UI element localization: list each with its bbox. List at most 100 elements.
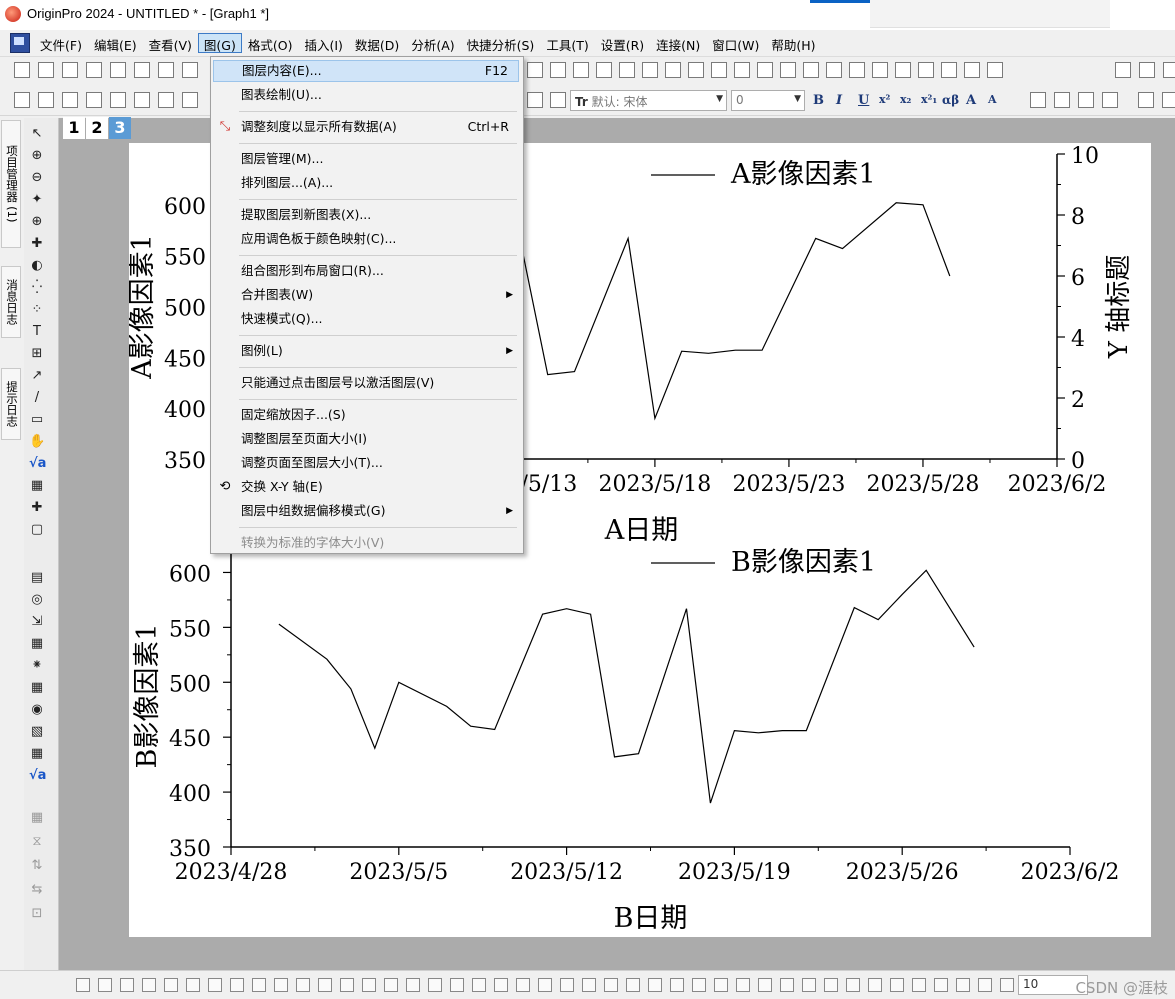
layer-tab-3[interactable]: 3 (109, 117, 131, 139)
plot-type-icon[interactable] (648, 978, 662, 992)
graph-tool-icon[interactable]: ▢ (29, 522, 45, 538)
project-explorer-tab[interactable]: 项目管理器 (1) (1, 120, 21, 248)
toolbar-button-icon[interactable] (734, 62, 750, 78)
object-tool-icon[interactable]: ⁕ (29, 658, 45, 674)
graph-menu-item[interactable]: 合并图表(W) ▶ (213, 284, 519, 306)
toolbar-button-icon[interactable] (757, 62, 773, 78)
toolbar-button-icon[interactable] (826, 62, 842, 78)
superscript-button[interactable]: x² (879, 93, 890, 106)
supersubscript-button[interactable]: x²₁ (921, 93, 937, 106)
graph-tool-icon[interactable]: ✋ (29, 434, 45, 450)
menu-item-3[interactable]: 图(G) (197, 33, 242, 53)
toolbar-button-icon[interactable] (62, 92, 78, 108)
toolbar-button-icon[interactable] (987, 62, 1003, 78)
graph-tool-icon[interactable]: ↗ (29, 368, 45, 384)
layer-tab-1[interactable]: 1 (63, 117, 85, 139)
toolbar-button-icon[interactable] (14, 92, 30, 108)
plot-type-icon[interactable] (560, 978, 574, 992)
graph-tool-icon[interactable]: ✚ (29, 500, 45, 516)
toolbar-button-icon[interactable] (688, 62, 704, 78)
plot-type-icon[interactable] (934, 978, 948, 992)
graph-menu-item[interactable]: 图表绘制(U)... (213, 84, 519, 106)
toolbar-button-icon[interactable] (803, 62, 819, 78)
object-tool-icon[interactable]: ⇲ (29, 614, 45, 630)
object-tool-icon[interactable]: ▦ (29, 746, 45, 762)
decrease-font-button[interactable]: A (988, 93, 997, 106)
graph-menu-item[interactable]: 调整页面至图层大小(T)... (213, 452, 519, 474)
plot-type-icon[interactable] (714, 978, 728, 992)
object-tool-icon[interactable]: ▤ (29, 570, 45, 586)
toolbar-button-icon[interactable] (550, 92, 566, 108)
graph-menu-item[interactable]: 图层管理(M)... (213, 148, 519, 170)
graph-menu-item[interactable]: 固定缩放因子...(S) (213, 404, 519, 426)
plot-type-icon[interactable] (978, 978, 992, 992)
mask-tool-icon[interactable]: ⇅ (29, 858, 45, 874)
plot-type-icon[interactable] (692, 978, 706, 992)
plot-type-icon[interactable] (76, 978, 90, 992)
toolbar-button-icon[interactable] (527, 92, 543, 108)
toolbar-button-icon[interactable] (849, 62, 865, 78)
italic-button[interactable]: I (836, 93, 842, 108)
object-tool-icon[interactable]: √a (29, 768, 46, 784)
hints-log-tab[interactable]: 提示日志 (1, 368, 21, 440)
plot-type-icon[interactable] (516, 978, 530, 992)
graph-tool-icon[interactable]: ⊕ (29, 214, 45, 230)
graph-menu-item[interactable]: ⤡ 调整刻度以显示所有数据(A) Ctrl+R (213, 116, 519, 138)
graph-tool-icon[interactable]: ✦ (29, 192, 45, 208)
plot-type-icon[interactable] (120, 978, 134, 992)
toolbar-button-icon[interactable] (158, 62, 174, 78)
menu-item-12[interactable]: 窗口(W) (706, 33, 765, 53)
toolbar-button-icon[interactable] (134, 62, 150, 78)
toolbar-button-icon[interactable] (1139, 62, 1155, 78)
toolbar-button-icon[interactable] (895, 62, 911, 78)
toolbar-button-icon[interactable] (964, 62, 980, 78)
graph-tool-icon[interactable]: ⊞ (29, 346, 45, 362)
graph-menu-item[interactable]: 应用调色板于颜色映射(C)... (213, 228, 519, 250)
object-tool-icon[interactable]: ◉ (29, 702, 45, 718)
title-search-box[interactable] (870, 0, 1110, 28)
plot-type-icon[interactable] (252, 978, 266, 992)
graph-menu-item[interactable]: 图层内容(E)... F12 (213, 60, 519, 82)
toolbar-button-icon[interactable] (1138, 92, 1154, 108)
graph-menu-item[interactable]: 只能通过点击图层号以激活图层(V) (213, 372, 519, 394)
graph-menu-item[interactable]: 排列图层...(A)... (213, 172, 519, 194)
toolbar-button-icon[interactable] (550, 62, 566, 78)
plot-type-icon[interactable] (98, 978, 112, 992)
graph-menu-item[interactable]: 提取图层到新图表(X)... (213, 204, 519, 226)
graph-menu-item[interactable]: ⟲ 交换 X-Y 轴(E) (213, 476, 519, 498)
toolbar-button-icon[interactable] (573, 62, 589, 78)
toolbar-button-icon[interactable] (14, 62, 30, 78)
plot-type-icon[interactable] (582, 978, 596, 992)
menu-item-10[interactable]: 设置(R) (595, 33, 650, 53)
plot-type-icon[interactable] (736, 978, 750, 992)
plot-type-icon[interactable] (208, 978, 222, 992)
toolbar-button-icon[interactable] (872, 62, 888, 78)
menu-item-2[interactable]: 查看(V) (143, 33, 198, 53)
underline-button[interactable]: U (858, 93, 869, 108)
subscript-button[interactable]: x₂ (900, 93, 911, 106)
toolbar-button-icon[interactable] (711, 62, 727, 78)
toolbar-button-icon[interactable] (1163, 62, 1175, 78)
toolbar-button-icon[interactable] (780, 62, 796, 78)
graph-tool-icon[interactable]: / (29, 390, 45, 406)
plot-type-icon[interactable] (296, 978, 310, 992)
object-tool-icon[interactable]: ◎ (29, 592, 45, 608)
font-combo[interactable]: Tr 默认: 宋体 ▼ (570, 90, 727, 111)
plot-type-icon[interactable] (846, 978, 860, 992)
toolbar-button-icon[interactable] (86, 62, 102, 78)
toolbar-button-icon[interactable] (182, 62, 198, 78)
toolbar-button-icon[interactable] (1162, 92, 1175, 108)
chart-panel-1[interactable]: 350 400 450 500 550 600 2023/4/28 2023/5/5 2023/… (132, 545, 1119, 934)
plot-type-icon[interactable] (164, 978, 178, 992)
mask-tool-icon[interactable]: ⊡ (29, 906, 45, 922)
toolbar-button-icon[interactable] (182, 92, 198, 108)
plot-type-icon[interactable] (362, 978, 376, 992)
plot-type-icon[interactable] (340, 978, 354, 992)
plot-type-icon[interactable] (802, 978, 816, 992)
graph-tool-icon[interactable]: ▭ (29, 412, 45, 428)
menu-item-1[interactable]: 编辑(E) (88, 33, 143, 53)
toolbar-button-icon[interactable] (110, 92, 126, 108)
object-tool-icon[interactable]: ▦ (29, 636, 45, 652)
menu-item-9[interactable]: 工具(T) (540, 33, 594, 53)
plot-type-icon[interactable] (384, 978, 398, 992)
